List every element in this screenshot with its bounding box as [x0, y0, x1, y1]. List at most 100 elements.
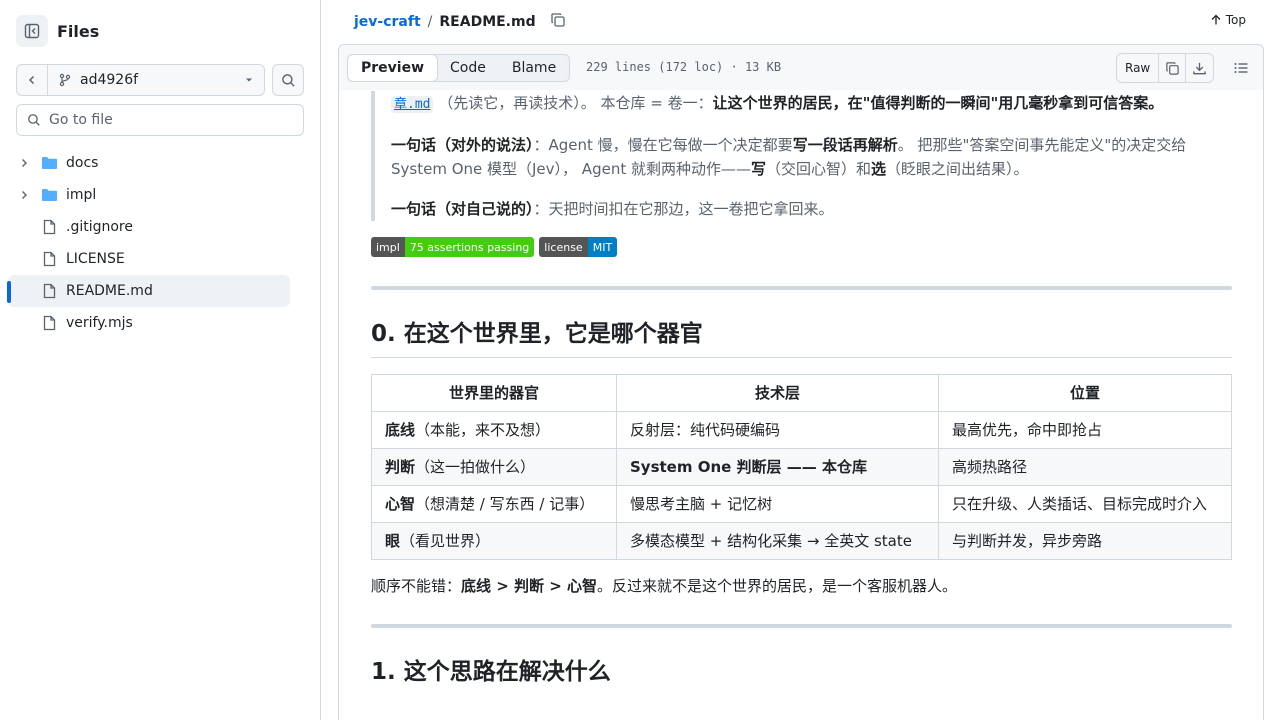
section-heading-0: 0. 在这个世界里，它是哪个器官 — [371, 314, 1232, 358]
file-header: Preview Code Blame 229 lines (172 loc) ·… — [338, 44, 1264, 90]
bold-text: 一句话（对自己说的） — [391, 200, 534, 218]
table-cell: 反射层：纯代码硬编码 — [616, 411, 939, 449]
bold-text: 判断 — [385, 458, 416, 476]
tab-code[interactable]: Code — [437, 55, 499, 81]
file-icon — [40, 283, 58, 299]
search-files-button[interactable] — [272, 64, 304, 96]
table-cell: 眼（看见世界） — [371, 522, 617, 560]
list-unordered-icon — [1234, 63, 1248, 73]
badges: impl 75 assertions passing license MIT — [371, 237, 1232, 257]
tree-item-impl[interactable]: impl — [8, 179, 290, 211]
bold-text: 底线 — [385, 421, 416, 439]
text: 。反过来就不是这个世界的居民，是一个客服机器人。 — [597, 577, 958, 595]
text: 顺序不能错： — [371, 577, 462, 595]
bold-text: 写一段话再解析 — [792, 136, 898, 154]
branch-selector[interactable]: ad4926f — [48, 65, 264, 95]
divider — [371, 286, 1232, 290]
tree-item-label: docs — [66, 155, 99, 171]
file-tree-sidebar: Files ad4926f docs impl — [0, 0, 321, 720]
table-row: 心智（想清楚 / 写东西 / 记事） 慢思考主脑 + 记忆树 只在升级、人类插话… — [371, 485, 1232, 523]
copy-path-button[interactable] — [550, 12, 566, 32]
tree-item-gitignore[interactable]: .gitignore — [8, 211, 290, 243]
markdown-body: 章.md （先读它，再读技术）。 本仓库 = 卷一：让这个世界的居民，在"值得判… — [371, 90, 1232, 686]
intro-paragraph: 章.md （先读它，再读技术）。 本仓库 = 卷一：让这个世界的居民，在"值得判… — [391, 91, 1232, 117]
text: （交回心智）和 — [766, 160, 872, 178]
outline-button[interactable] — [1233, 60, 1249, 80]
file-icon — [40, 251, 58, 267]
table-row: 判断（这一拍做什么） System One 判断层 —— 本仓库 高频热路径 — [371, 448, 1232, 486]
text: ：Agent 慢，慢在它每做一个决定都要 — [533, 136, 793, 154]
table-row: 眼（看见世界） 多模态模型 + 结构化采集 → 全英文 state 与判断并发，… — [371, 522, 1232, 560]
branch-row: ad4926f — [16, 64, 304, 96]
text: （想清楚 / 写东西 / 记事） — [415, 495, 595, 513]
breadcrumb-repo-link[interactable]: jev-craft — [354, 14, 421, 30]
top-label: Top — [1225, 13, 1246, 27]
branch-group: ad4926f — [16, 64, 265, 96]
table-header: 位置 — [938, 374, 1232, 412]
tab-blame[interactable]: Blame — [499, 55, 569, 81]
raw-button[interactable]: Raw — [1117, 54, 1160, 82]
table-cell: 只在升级、人类插话、目标完成时介入 — [938, 485, 1232, 523]
intro-bold: 让这个世界的居民，在"值得判断的一瞬间"用几毫秒拿到可信答案。 — [712, 94, 1164, 112]
intro-text: （先读它，再读技术）。 本仓库 = 卷一： — [438, 94, 713, 112]
table-cell: 心智（想清楚 / 写东西 / 记事） — [371, 485, 617, 523]
chevron-left-icon — [28, 75, 35, 85]
bold-text: System One 判断层 —— 本仓库 — [630, 458, 867, 476]
text: （本能，来不及想） — [415, 421, 551, 439]
back-button[interactable] — [17, 65, 48, 95]
copy-raw-button[interactable] — [1159, 54, 1187, 82]
tree-item-license[interactable]: LICENSE — [8, 243, 290, 275]
organ-table: 世界里的器官 技术层 位置 底线（本能，来不及想） 反射层：纯代码硬编码 最高优… — [371, 374, 1232, 560]
git-branch-icon — [59, 73, 71, 87]
go-to-file-input[interactable] — [49, 112, 289, 128]
chevron-right-icon[interactable] — [16, 190, 32, 200]
text: （眨眼之间出结果）。 — [886, 160, 1029, 178]
tree-item-verify[interactable]: verify.mjs — [8, 307, 290, 339]
table-row: 底线（本能，来不及想） 反射层：纯代码硬编码 最高优先，命中即抢占 — [371, 411, 1232, 449]
doc-link[interactable]: 章.md — [391, 96, 434, 113]
badge-impl[interactable]: impl 75 assertions passing — [371, 237, 535, 257]
table-cell: 底线（本能，来不及想） — [371, 411, 617, 449]
tree-item-label: README.md — [66, 283, 153, 299]
tree-item-readme[interactable]: README.md — [7, 275, 290, 307]
tree-item-docs[interactable]: docs — [8, 147, 290, 179]
blockquote: 章.md （先读它，再读技术）。 本仓库 = 卷一：让这个世界的居民，在"值得判… — [371, 91, 1232, 221]
order-paragraph: 顺序不能错：底线 > 判断 > 心智。反过来就不是这个世界的居民，是一个客服机器… — [371, 574, 1232, 598]
chevron-right-icon[interactable] — [16, 158, 32, 168]
table-cell: System One 判断层 —— 本仓库 — [616, 448, 939, 486]
table-cell: 判断（这一拍做什么） — [371, 448, 617, 486]
table-cell: 慢思考主脑 + 记忆树 — [616, 485, 939, 523]
badge-label: license — [539, 237, 588, 257]
breadcrumb-separator: / — [427, 14, 433, 30]
sidebar-collapse-icon — [24, 23, 40, 39]
folder-icon — [40, 156, 58, 170]
bold-text: 底线 > 判断 > 心智 — [461, 577, 598, 595]
file-icon — [40, 315, 58, 331]
arrow-up-icon — [1211, 14, 1221, 25]
file-view: jev-craft / README.md Top Preview Code B… — [338, 0, 1264, 720]
copy-icon — [1166, 61, 1179, 75]
bold-text: 心智 — [385, 495, 416, 513]
table-cell: 与判断并发，异步旁路 — [938, 522, 1232, 560]
view-mode-tabs: Preview Code Blame — [347, 54, 571, 82]
badge-label: impl — [371, 237, 405, 257]
download-button[interactable] — [1186, 54, 1213, 82]
folder-icon — [40, 188, 58, 202]
sidebar-title: Files — [57, 21, 100, 41]
file-tree: docs impl .gitignore LICENSE README.md v… — [7, 147, 290, 339]
file-icon — [40, 219, 58, 235]
badge-license[interactable]: license MIT — [539, 237, 618, 257]
go-to-file-field[interactable] — [16, 104, 304, 136]
copy-icon — [550, 13, 565, 27]
download-icon — [1193, 62, 1207, 74]
text: ：天把时间扣在它那边，这一卷把它拿回来。 — [533, 200, 834, 218]
collapse-sidebar-button[interactable] — [16, 15, 48, 47]
table-cell: 最高优先，命中即抢占 — [938, 411, 1232, 449]
top-link[interactable]: Top — [1210, 13, 1246, 27]
divider — [371, 624, 1232, 628]
breadcrumb-file: README.md — [439, 14, 536, 30]
badge-value: MIT — [587, 237, 618, 257]
sidebar-header: Files — [16, 15, 99, 47]
tab-preview[interactable]: Preview — [347, 54, 439, 82]
table-header: 技术层 — [616, 374, 939, 412]
